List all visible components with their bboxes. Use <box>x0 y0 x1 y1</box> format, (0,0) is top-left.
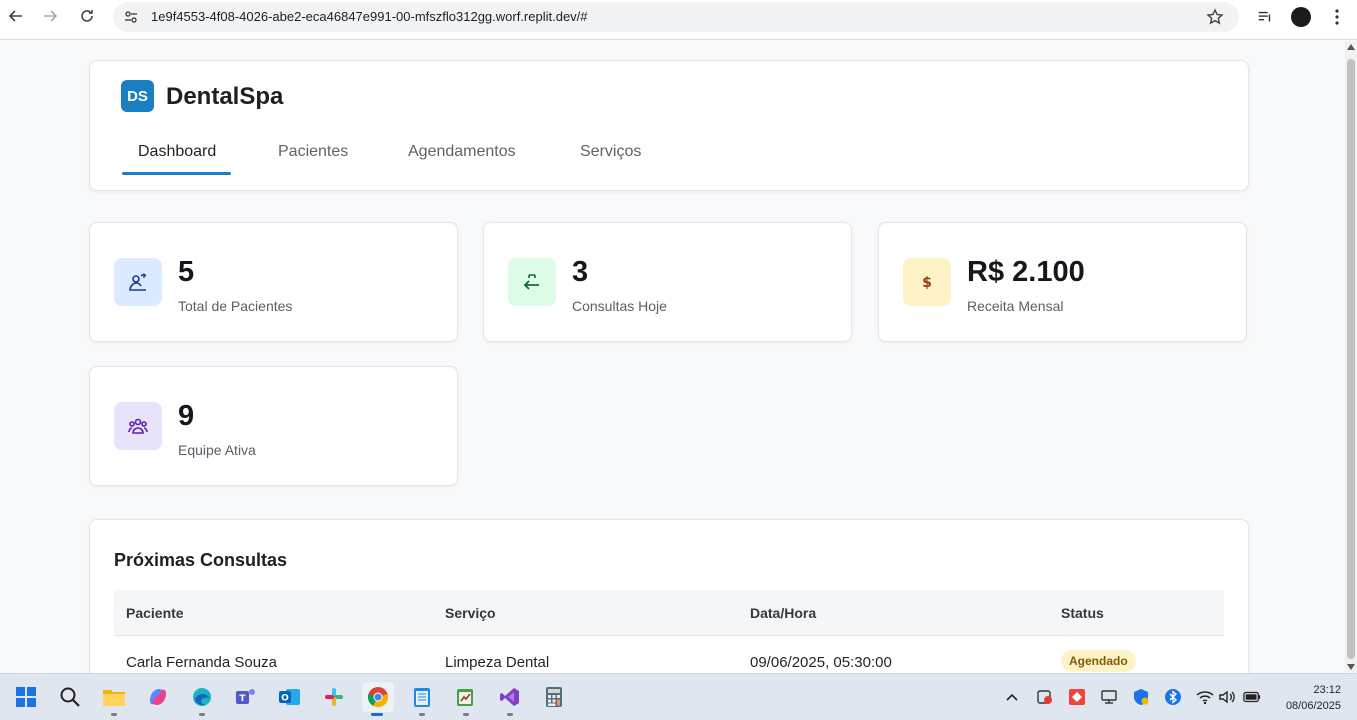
tab-dashboard[interactable]: Dashboard <box>138 143 216 161</box>
outlook-icon[interactable]: O <box>275 682 305 712</box>
stat-label: Receita Mensal <box>967 298 1064 314</box>
stat-value: R$ 2.100 <box>967 256 1085 288</box>
back-icon[interactable] <box>4 4 28 28</box>
teams-icon[interactable]: T <box>231 682 261 712</box>
menu-icon[interactable] <box>1326 6 1348 28</box>
tray-chevron-up-icon[interactable] <box>1003 688 1021 706</box>
profile-avatar[interactable] <box>1290 6 1312 28</box>
stat-label: Consultas Hoje <box>572 298 667 314</box>
spreadsheet-icon[interactable] <box>451 682 481 716</box>
column-header-service: Serviço <box>445 605 496 621</box>
scroll-thumb[interactable] <box>1347 59 1355 659</box>
clock-date: 08/06/2025 <box>1285 700 1341 712</box>
stat-value: 9 <box>178 400 195 432</box>
site-info-icon[interactable] <box>123 9 139 25</box>
tray-security-shield-icon[interactable] <box>1132 688 1150 706</box>
logo[interactable]: DS <box>121 80 154 112</box>
windows-taskbar: T O 23:12 08/06/2025 <box>0 673 1357 720</box>
upcoming-appointments-panel: Próximas Consultas Paciente Serviço Data… <box>89 519 1249 673</box>
team-icon <box>114 402 162 450</box>
search-icon[interactable] <box>55 682 85 712</box>
stat-card-team: 9 Equipe Ativa <box>89 366 458 486</box>
bookmark-star-icon[interactable] <box>1206 8 1224 26</box>
page-scrollbar[interactable] <box>1345 41 1357 673</box>
stat-card-patients: 5 Total de Pacientes <box>89 222 458 342</box>
calendar-arrow-icon <box>508 258 556 306</box>
stat-card-appointments-today: 3 Consultas Hoje <box>483 222 852 342</box>
cell-service: Limpeza Dental <box>445 654 550 671</box>
forward-icon[interactable] <box>38 4 62 28</box>
page-content: DS DentalSpa Dashboard Pacientes Agendam… <box>0 41 1345 673</box>
tab-pacientes[interactable]: Pacientes <box>278 143 348 161</box>
visual-studio-icon[interactable] <box>495 682 525 716</box>
svg-text:O: O <box>281 694 289 704</box>
copilot-icon[interactable] <box>143 682 173 712</box>
calculator-icon[interactable] <box>539 682 569 712</box>
windows-start-icon[interactable] <box>11 682 41 712</box>
column-header-status: Status <box>1061 605 1104 621</box>
scroll-up-icon[interactable] <box>1347 44 1355 50</box>
stat-value: 3 <box>572 256 589 288</box>
cell-datetime: 09/06/2025, 05:30:00 <box>750 654 892 671</box>
url-text[interactable]: 1e9f4553-4f08-4026-abe2-eca46847e991-00-… <box>151 9 588 24</box>
brand-name[interactable]: DentalSpa <box>166 83 283 111</box>
app-header: DS DentalSpa Dashboard Pacientes Agendam… <box>89 60 1249 191</box>
tray-network-drive-icon[interactable] <box>1100 688 1118 706</box>
media-queue-icon[interactable] <box>1254 6 1276 28</box>
stat-label: Total de Pacientes <box>178 298 293 314</box>
edge-icon[interactable] <box>187 682 217 716</box>
stat-card-revenue: $ R$ 2.100 Receita Mensal <box>878 222 1247 342</box>
slack-icon[interactable] <box>319 682 349 712</box>
section-title: Próximas Consultas <box>114 550 288 570</box>
table-row[interactable]: Carla Fernanda Souza Limpeza Dental 09/0… <box>114 636 1224 673</box>
tray-bluetooth-icon[interactable] <box>1164 688 1182 706</box>
tray-wifi-icon[interactable] <box>1196 688 1214 706</box>
scroll-down-icon[interactable] <box>1347 664 1355 670</box>
chrome-icon[interactable] <box>362 682 394 716</box>
tray-app-icon[interactable] <box>1036 688 1054 706</box>
notepad-icon[interactable] <box>407 682 437 716</box>
tab-servicos[interactable]: Serviços <box>580 143 641 161</box>
dollar-icon: $ <box>903 258 951 306</box>
table-header: Paciente Serviço Data/Hora Status <box>114 590 1224 636</box>
stat-label: Equipe Ativa <box>178 442 256 458</box>
file-explorer-icon[interactable] <box>99 682 129 716</box>
status-badge: Agendado <box>1061 650 1136 672</box>
tray-anydesk-icon[interactable] <box>1068 688 1086 706</box>
svg-text:$: $ <box>922 275 932 291</box>
tray-battery-icon[interactable] <box>1243 688 1261 706</box>
active-tab-indicator <box>122 172 231 175</box>
column-header-datetime: Data/Hora <box>750 605 817 621</box>
browser-toolbar: 1e9f4553-4f08-4026-abe2-eca46847e991-00-… <box>0 0 1357 40</box>
system-clock[interactable]: 23:12 08/06/2025 <box>1286 682 1341 714</box>
tab-agendamentos[interactable]: Agendamentos <box>408 143 516 161</box>
reload-icon[interactable] <box>75 4 99 28</box>
address-bar[interactable]: 1e9f4553-4f08-4026-abe2-eca46847e991-00-… <box>113 2 1239 32</box>
tray-volume-icon[interactable] <box>1218 688 1236 706</box>
cell-patient: Carla Fernanda Souza <box>126 654 277 671</box>
column-header-patient: Paciente <box>126 605 184 621</box>
patients-icon <box>114 258 162 306</box>
stat-value: 5 <box>178 256 195 288</box>
clock-time: 23:12 <box>1313 684 1341 696</box>
svg-text:T: T <box>239 694 246 704</box>
